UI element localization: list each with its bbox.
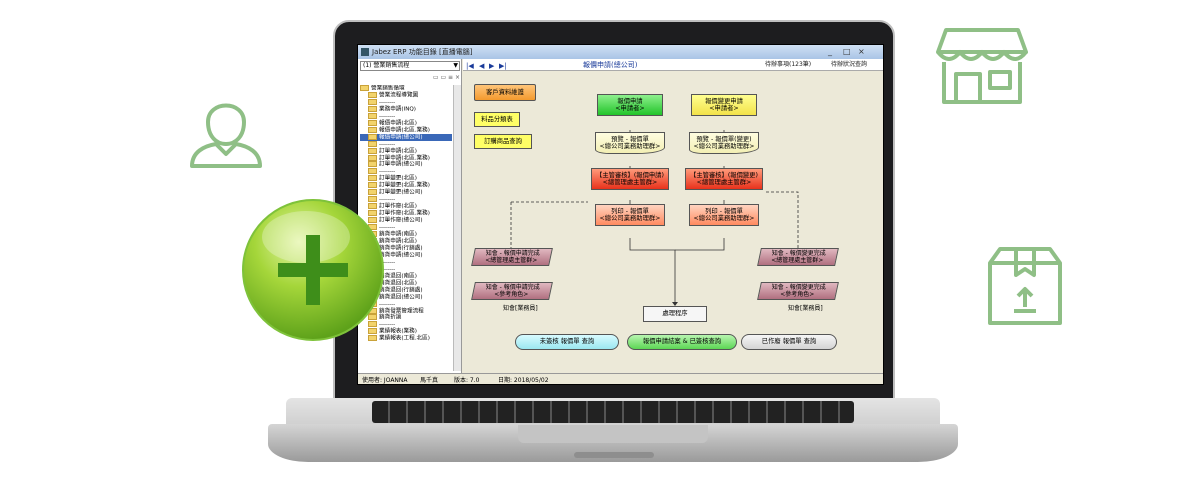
voided-quote-query-button[interactable]: 已作廢 報價單 查詢 [741,334,837,350]
laptop-touchpad [518,425,708,443]
status-date: 日期: 2018/05/02 [498,377,549,384]
user-outline-icon [190,103,262,168]
order-query-button[interactable]: 訂購商品查詢 [474,134,532,149]
sidebar-tree-item[interactable]: -------- [360,113,452,120]
chevron-down-icon[interactable]: ▼ [453,62,458,70]
first-record-button[interactable]: |◀ [466,60,474,72]
sidebar-tree-item[interactable]: 報價申請(總公司) [360,133,452,141]
app-icon [361,48,369,56]
sidebar-tree-item[interactable]: 訂單變更(總公司) [360,189,452,196]
print-quote-change-step[interactable]: 列印 - 報價單 <總公司業務助理群> [689,204,759,226]
laptop-keyboard [372,401,854,423]
sidebar-tree-item[interactable]: 訂單申請(北區) [360,148,452,155]
finished-quote-query-button[interactable]: 報價申請結案 & 已簽核查詢 [627,334,737,350]
last-record-button[interactable]: ▶| [499,60,507,72]
print-quote-step[interactable]: 列印 - 報價單 <總公司業務助理群> [595,204,665,226]
sidebar-tree-item[interactable]: 營業銷售循環 [360,85,452,92]
customer-data-button[interactable]: 客戶資料維護 [474,84,536,101]
flow-navbar: |◀ ◀ ▶ ▶| 報價申請(總公司) 待辦事項(123筆) 待辦狀況查詢 [463,59,883,72]
manager-approve-quote-step[interactable]: 【主管審核】(報價申請) <總管理處主管群> [591,168,669,190]
notify-change-done-managers[interactable]: 知會 - 報價變更完成 <總管理處主管群> [757,248,839,266]
close-button[interactable]: × [858,47,865,56]
sidebar-toolbar[interactable]: ▭ ▭ ≡ × [360,73,460,82]
status-username: 馬千真 [420,377,439,384]
sidebar-tree-item[interactable]: 報價申請(北區.業務) [360,127,452,134]
flow-canvas: 客戶資料維護 料品分類表 訂購商品查詢 報價申請 <申請者> 報價變更申請 <申請者… [463,72,883,373]
status-user: 使用者: JOANNA [362,377,408,384]
sidebar-tree-item[interactable]: 業務申請(INQ) [360,106,452,113]
sidebar-tree-item[interactable]: -------- [360,141,452,148]
notify-sales-label-2: 知會[業務員] [788,305,823,312]
sidebar-tree-item[interactable]: 訂單變更(北區) [360,175,452,182]
minimize-button[interactable]: _ [828,47,832,56]
maximize-button[interactable]: □ [843,47,851,56]
sidebar-tree-item[interactable]: -------- [360,99,452,106]
sidebar-tree-item[interactable]: -------- [360,168,452,175]
unsigned-quote-query-button[interactable]: 未簽核 報價單 查詢 [515,334,619,350]
module-select[interactable]: (1) 營業銷售流程 ▼ [360,61,460,71]
pending-items-link[interactable]: 待辦事項(123筆) [765,59,811,71]
notify-sales-label-1: 知會[業務員] [503,305,538,312]
sidebar-scrollbar[interactable] [453,85,461,371]
notify-quote-done-managers[interactable]: 知會 - 報價申請完成 <總管理處主管群> [471,248,553,266]
sidebar-tree-item[interactable]: 報價申請(北區) [360,120,452,127]
laptop-notch [574,452,654,458]
sidebar-tree-item[interactable]: 營業流程導覽圖 [360,92,452,99]
window-title: Jabez ERP 功能目錄 [直播電腦] [372,48,473,56]
notify-change-done-reference[interactable]: 知會 - 報價變更完成 <參考角色> [757,282,839,300]
quote-change-step[interactable]: 報價變更申請 <申請者> [691,94,757,116]
material-table-button[interactable]: 料品分類表 [474,112,520,127]
shop-icon [936,28,1028,104]
flow-connectors [510,130,799,306]
status-bar: 使用者: JOANNA 馬千真 版本: 7.0 日期: 2018/05/02 [358,373,883,384]
package-box-icon [988,247,1062,325]
next-record-button[interactable]: ▶ [489,60,494,72]
status-version: 版本: 7.0 [454,377,480,384]
pending-status-link[interactable]: 待辦狀況查詢 [831,59,867,71]
preview-quote-change-step[interactable]: 預覽 - 報價單(變更) <總公司業務助理群> [689,132,759,154]
erp-window: Jabez ERP 功能目錄 [直播電腦] _ □ × (1) 營業銷售流程 ▼… [357,44,884,385]
main-panel: |◀ ◀ ▶ ▶| 報價申請(總公司) 待辦事項(123筆) 待辦狀況查詢 客戶… [463,59,883,373]
module-select-value: (1) 營業銷售流程 [363,62,410,69]
notify-quote-done-reference[interactable]: 知會 - 報價申請完成 <參考角色> [471,282,553,300]
prev-record-button[interactable]: ◀ [479,60,484,72]
manager-approve-change-step[interactable]: 【主管審核】(報價變更) <總管理處主管群> [685,168,763,190]
window-titlebar: Jabez ERP 功能目錄 [直播電腦] _ □ × [358,45,883,59]
sidebar-tree-item[interactable]: 訂單申請(總公司) [360,161,452,168]
flow-title: 報價申請(總公司) [583,61,638,69]
preview-quote-step[interactable]: 預覽 - 報價單 <總公司業務助理群> [595,132,665,154]
quote-apply-step[interactable]: 報價申請 <申請者> [597,94,663,116]
plus-circle-icon [242,199,384,341]
sidebar-tree-item[interactable]: 訂單變更(北區.業務) [360,182,452,189]
sidebar-tree-item[interactable]: 訂單申請(北區.業務) [360,155,452,162]
process-step[interactable]: 處理程序 [643,306,707,322]
